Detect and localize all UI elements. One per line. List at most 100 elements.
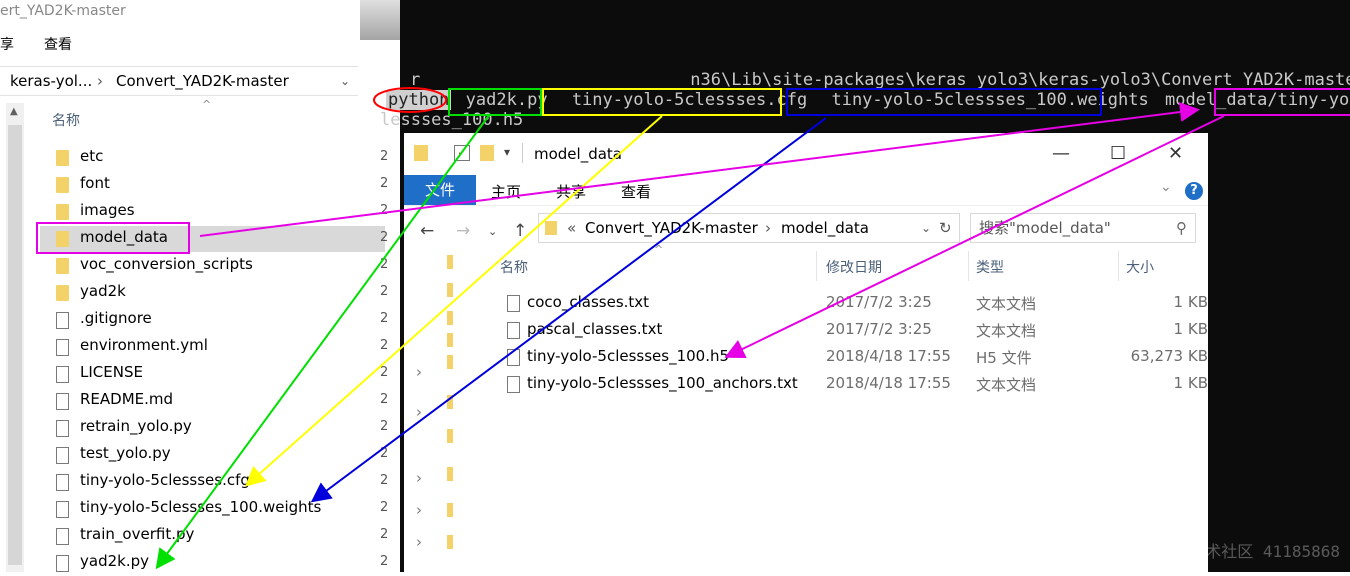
recent-dropdown-icon[interactable]: ⌄ xyxy=(488,225,497,238)
breadcrumb-current[interactable]: Convert_YAD2K-master xyxy=(116,67,289,95)
nav-folder-icon[interactable] xyxy=(447,395,453,409)
scroll-up-icon[interactable]: ▲ xyxy=(10,106,18,117)
breadcrumb-current[interactable]: model_data xyxy=(781,214,869,242)
item-name: yad2k xyxy=(80,282,126,300)
item-name: .gitignore xyxy=(80,309,152,327)
file-icon xyxy=(56,393,69,410)
model-data-highlight xyxy=(36,222,190,254)
file-row[interactable]: tiny-yolo-5clessses_100_anchors.txt 2018/… xyxy=(499,371,1208,398)
nav-folder-icon[interactable] xyxy=(447,311,453,325)
address-dropdown-icon[interactable]: ⌄ xyxy=(921,214,931,242)
truncated-date: 2 xyxy=(380,500,389,515)
ribbon-tab-share[interactable]: 享 xyxy=(0,34,14,54)
expand-chevron-icon[interactable]: › xyxy=(416,501,422,519)
file-type: 文本文档 xyxy=(976,376,1037,394)
truncated-date: 2 xyxy=(380,203,389,218)
tab-file[interactable]: 文件 xyxy=(404,175,476,205)
nav-folder-icon[interactable] xyxy=(447,355,453,369)
tab-home[interactable]: 主页 xyxy=(491,181,521,202)
nav-folder-icon[interactable] xyxy=(447,283,453,297)
list-item[interactable]: retrain_yolo.py 2 xyxy=(40,415,389,441)
up-arrow-icon[interactable]: ↑ xyxy=(513,221,527,241)
refresh-icon[interactable]: ↻ xyxy=(939,214,952,242)
list-item[interactable]: tiny-yolo-5clessses_100.weights 2 xyxy=(40,496,389,522)
minimize-button[interactable]: — xyxy=(1052,143,1070,164)
list-item[interactable]: train_overfit.py 2 xyxy=(40,523,388,549)
nav-folder-icon[interactable] xyxy=(447,255,453,269)
scroll-thumb[interactable] xyxy=(8,125,22,565)
nav-folder-icon[interactable] xyxy=(447,535,453,549)
ribbon-bar xyxy=(404,175,1208,206)
ribbon-expand-icon[interactable]: ⌄ xyxy=(1160,179,1172,195)
column-header-name[interactable]: 名称 xyxy=(500,257,528,277)
list-item[interactable]: test_yolo.py 2 xyxy=(40,442,388,468)
folder-icon xyxy=(56,150,69,166)
expand-chevron-icon[interactable]: › xyxy=(416,533,422,551)
address-bar[interactable]: « Convert_YAD2K-master › model_data ⌄ ↻ xyxy=(538,213,960,243)
terminal-path-line: r n36\Lib\site-packages\keras_yolo3\keras… xyxy=(410,70,1350,90)
file-size: 63,273 KB xyxy=(1130,347,1208,365)
address-bar[interactable]: keras-yol... › Convert_YAD2K-master ⌄ xyxy=(0,66,358,96)
item-name: LICENSE xyxy=(80,363,143,381)
item-name: test_yolo.py xyxy=(80,444,171,462)
column-separator xyxy=(968,251,969,281)
file-icon xyxy=(56,447,69,464)
tab-view[interactable]: 查看 xyxy=(621,181,651,202)
search-input[interactable]: 搜索"model_data" ⚲ xyxy=(970,213,1196,243)
tab-share[interactable]: 共享 xyxy=(556,181,586,202)
column-header-date[interactable]: 修改日期 xyxy=(826,257,882,277)
column-header-type[interactable]: 类型 xyxy=(976,257,1004,277)
help-icon[interactable]: ? xyxy=(1185,182,1203,200)
maximize-button[interactable]: ☐ xyxy=(1110,143,1126,164)
close-button[interactable]: ✕ xyxy=(1168,143,1183,164)
nav-folder-icon[interactable] xyxy=(447,333,453,347)
item-name: font xyxy=(80,174,110,192)
nav-folder-icon[interactable] xyxy=(447,467,453,481)
nav-folder-icon[interactable] xyxy=(447,503,453,517)
truncated-date: 2 xyxy=(380,230,389,245)
file-row[interactable]: tiny-yolo-5clessses_100.h5 2018/4/18 17:5… xyxy=(499,344,1208,371)
truncated-date: 2 xyxy=(380,473,389,488)
folder-icon xyxy=(56,204,69,220)
item-name: etc xyxy=(80,147,104,165)
chevron-down-icon[interactable]: ⌄ xyxy=(340,67,350,95)
breadcrumb-parent[interactable]: keras-yol... xyxy=(10,67,92,95)
quick-access-dropdown-icon[interactable]: ▾ xyxy=(504,145,510,159)
nav-folder-icon[interactable] xyxy=(447,429,453,443)
item-name: tiny-yolo-5clessses.cfg xyxy=(80,471,250,489)
list-item[interactable]: voc_conversion_scripts 2 xyxy=(40,253,388,279)
file-row[interactable]: pascal_classes.txt 2017/7/2 3:25 文本文档 1 KB xyxy=(499,317,1208,344)
forward-arrow-icon[interactable]: → xyxy=(456,221,470,241)
left-scrollbar[interactable]: ▲ xyxy=(6,103,24,572)
column-separator xyxy=(816,251,817,281)
list-item[interactable]: .gitignore 2 xyxy=(40,307,389,333)
new-folder-icon[interactable] xyxy=(480,145,494,161)
ribbon-tab-view[interactable]: 查看 xyxy=(44,34,72,54)
checkbox-icon[interactable]: ✓ xyxy=(454,145,470,161)
list-item[interactable]: yad2k 2 xyxy=(40,280,388,306)
list-item[interactable]: tiny-yolo-5clessses.cfg 2 xyxy=(40,469,389,495)
truncated-date: 2 xyxy=(380,419,389,434)
list-item[interactable]: font 2 xyxy=(40,172,388,198)
list-item[interactable]: environment.yml 2 xyxy=(40,334,388,360)
cmd-python: python xyxy=(386,90,452,110)
column-header-name[interactable]: 名称 xyxy=(52,110,80,130)
window-title: ert_YAD2K-master xyxy=(0,3,126,19)
search-icon[interactable]: ⚲ xyxy=(1176,214,1187,242)
model-data-window: ✓ ▾ model_data — ☐ ✕ 文件 主页 共享 查看 ⌄ ? ← →… xyxy=(404,133,1208,572)
expand-chevron-icon[interactable]: › xyxy=(416,469,422,487)
back-arrow-icon[interactable]: ← xyxy=(420,221,434,241)
folder-icon xyxy=(56,177,69,193)
file-row[interactable]: coco_classes.txt 2017/7/2 3:25 文本文档 1 KB xyxy=(499,290,1208,317)
expand-chevron-icon[interactable]: › xyxy=(416,363,422,381)
overflow-chevron-icon[interactable]: « xyxy=(567,214,576,242)
truncated-date: 2 xyxy=(380,311,389,326)
list-item[interactable]: yad2k.py 2 xyxy=(40,550,388,576)
file-type: H5 文件 xyxy=(976,349,1032,367)
list-item[interactable]: LICENSE 2 xyxy=(40,361,388,387)
expand-chevron-icon[interactable]: › xyxy=(416,403,422,421)
list-item[interactable]: etc 2 xyxy=(40,145,388,171)
column-header-size[interactable]: 大小 xyxy=(1126,257,1154,277)
list-item[interactable]: README.md 2 xyxy=(40,388,388,414)
breadcrumb-parent[interactable]: Convert_YAD2K-master xyxy=(585,214,758,242)
